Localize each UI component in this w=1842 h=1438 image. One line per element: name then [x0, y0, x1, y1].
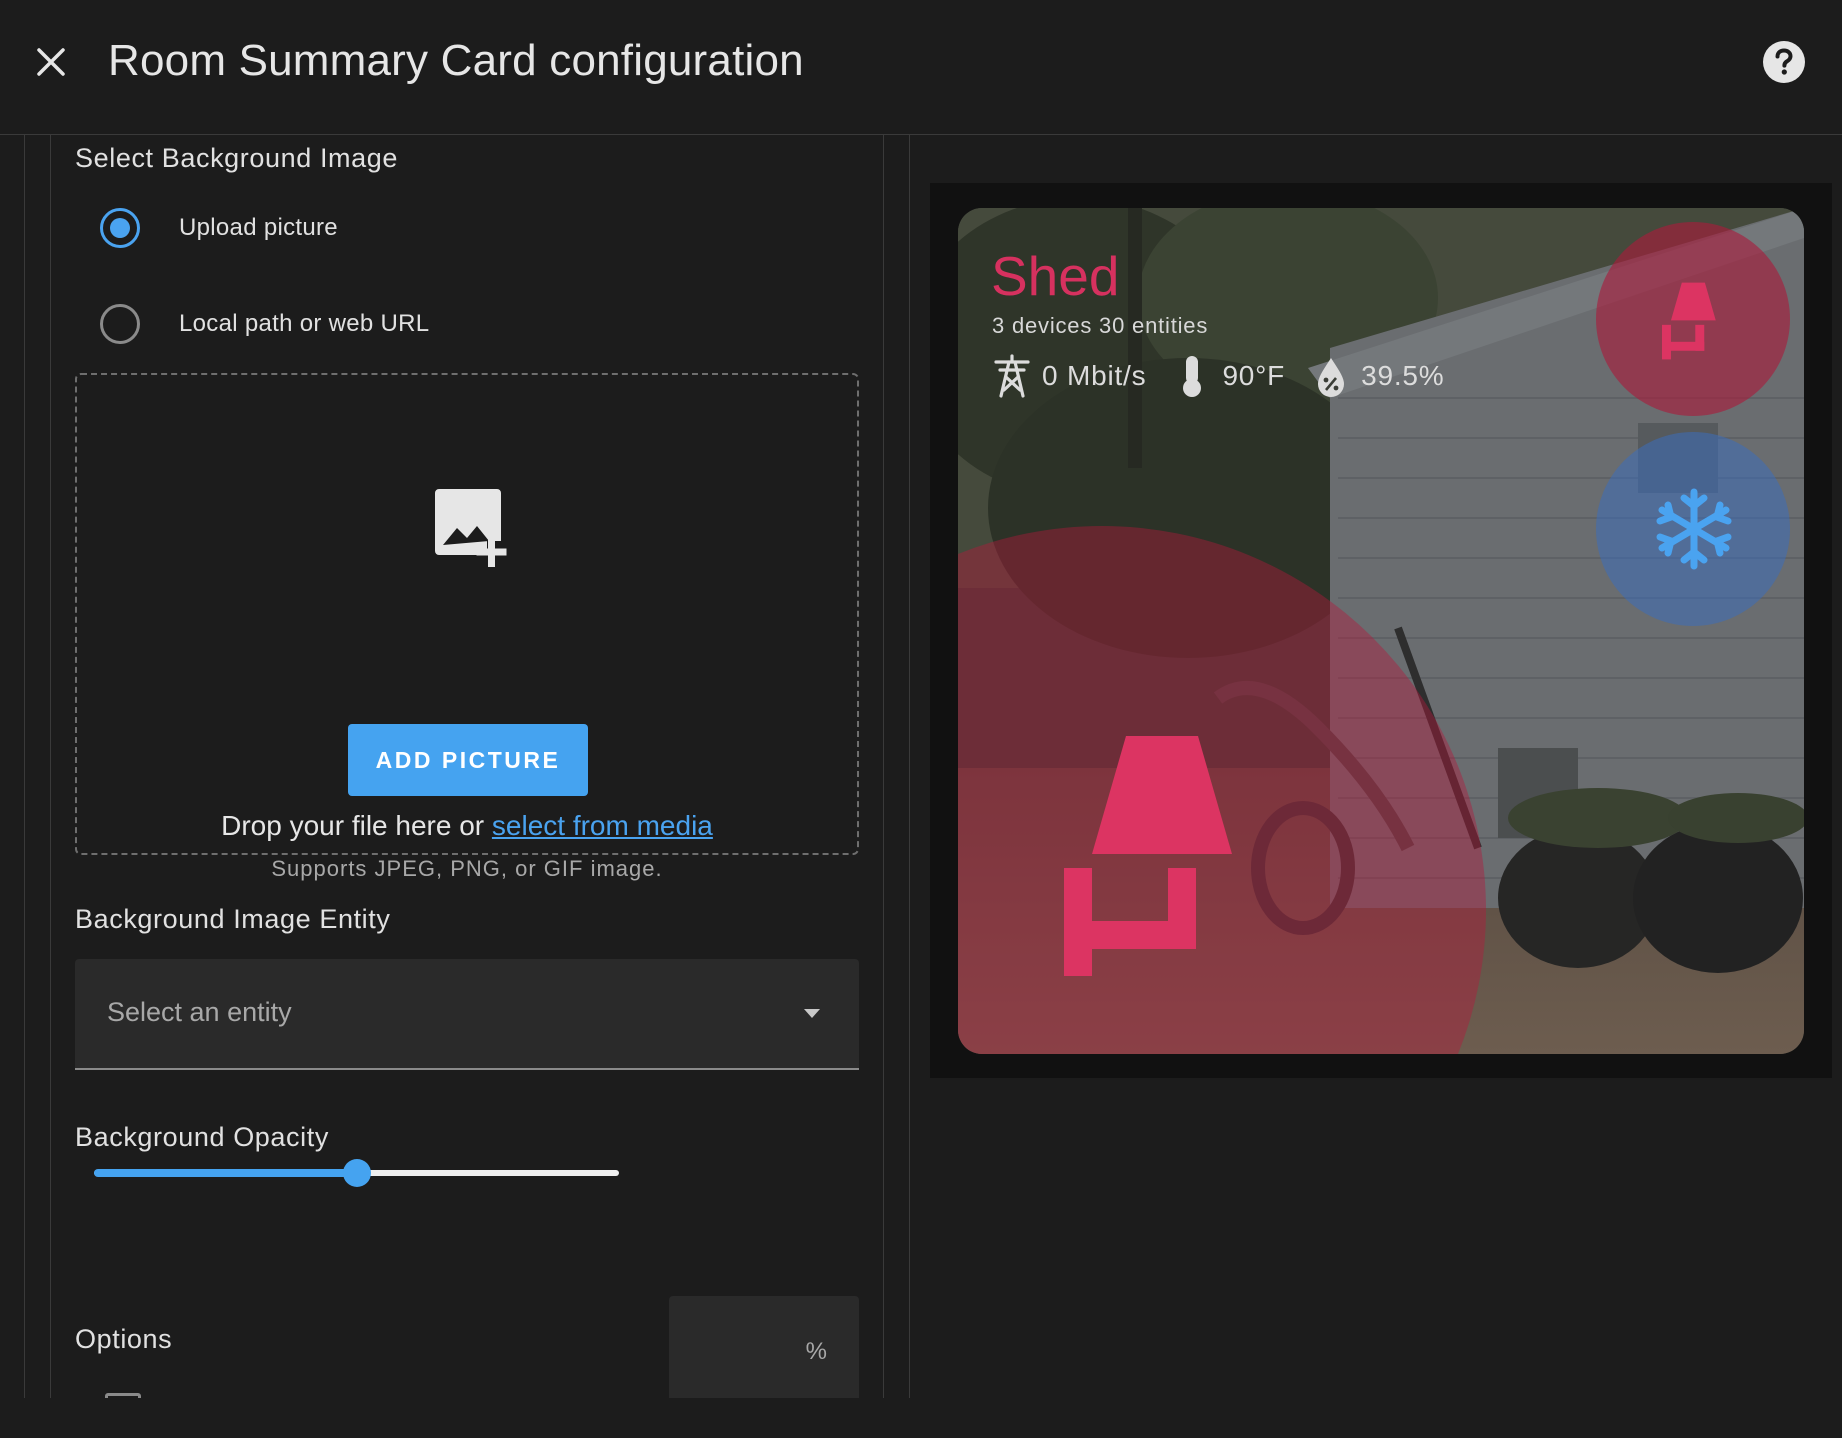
- divider: [909, 135, 910, 1398]
- slider-fill: [94, 1169, 357, 1177]
- bg-opacity-label: Background Opacity: [75, 1122, 329, 1152]
- floor-lamp-icon[interactable]: [1064, 736, 1264, 976]
- radio-local-path[interactable]: Local path or web URL: [100, 294, 429, 354]
- config-dialog: Room Summary Card configuration Select B…: [0, 0, 1842, 1438]
- option-checkbox[interactable]: [105, 1393, 141, 1398]
- floor-lamp-icon: [1662, 282, 1716, 360]
- entity-select-placeholder: Select an entity: [107, 997, 292, 1027]
- divider: [50, 135, 51, 1398]
- radio-label: Upload picture: [179, 214, 338, 241]
- radio-button-checked[interactable]: [100, 208, 140, 248]
- stat-value: 39.5%: [1361, 360, 1445, 391]
- picture-dropzone[interactable]: ADD PICTURE Drop your file here or selec…: [75, 373, 859, 881]
- water-percent-icon: [1318, 358, 1345, 397]
- select-from-media-link[interactable]: select from media: [492, 810, 713, 841]
- close-icon[interactable]: [26, 37, 76, 87]
- supported-formats-text: Supports JPEG, PNG, or GIF image.: [271, 856, 663, 881]
- room-stats: 0 Mbit/s 90°F 39.5%: [992, 353, 1471, 399]
- snowflake-icon: [1656, 488, 1732, 570]
- thermometer-icon: [1183, 356, 1202, 397]
- stat-network: 0 Mbit/s: [992, 353, 1146, 399]
- card-editor: Select Background Image Upload picture L…: [0, 135, 910, 1398]
- chevron-down-icon: [804, 1009, 820, 1018]
- options-label: Options: [75, 1324, 173, 1354]
- entity-select[interactable]: Select an entity: [75, 959, 859, 1070]
- radio-label: Local path or web URL: [179, 310, 430, 337]
- room-subtitle: 3 devices 30 entities: [992, 313, 1209, 338]
- drop-instructions: Drop your file here or select from media: [77, 810, 857, 842]
- entity-climate-button[interactable]: [1596, 432, 1790, 626]
- add-picture-button[interactable]: ADD PICTURE: [348, 724, 588, 796]
- dialog-header: Room Summary Card configuration: [0, 0, 1842, 135]
- room-name: Shed: [991, 245, 1120, 307]
- stat-value: 0 Mbit/s: [1042, 360, 1147, 391]
- divider: [883, 135, 884, 1398]
- help-circle-icon[interactable]: [1762, 40, 1806, 84]
- radio-button-unchecked[interactable]: [100, 304, 140, 344]
- dialog-title: Room Summary Card configuration: [108, 36, 804, 85]
- radio-upload-picture[interactable]: Upload picture: [100, 198, 338, 258]
- bg-entity-label: Background Image Entity: [75, 904, 391, 934]
- opacity-slider[interactable]: [94, 1153, 619, 1193]
- entity-light-button[interactable]: [1596, 222, 1790, 416]
- image-plus-icon: [431, 485, 515, 569]
- drop-text: Drop your file here or: [221, 810, 485, 841]
- slider-thumb[interactable]: [342, 1159, 371, 1187]
- opacity-input[interactable]: %: [669, 1296, 859, 1398]
- transmission-tower-icon: [994, 354, 1030, 398]
- stat-humidity: 39.5%: [1311, 353, 1444, 399]
- divider: [24, 135, 25, 1398]
- stat-temperature: 90°F: [1172, 353, 1285, 399]
- opacity-unit: %: [805, 1338, 827, 1365]
- bg-image-section-label: Select Background Image: [75, 143, 398, 173]
- room-summary-card[interactable]: Shed 3 devices 30 entities 0 Mbit/s 90°F…: [958, 208, 1804, 1054]
- stat-value: 90°F: [1222, 360, 1286, 391]
